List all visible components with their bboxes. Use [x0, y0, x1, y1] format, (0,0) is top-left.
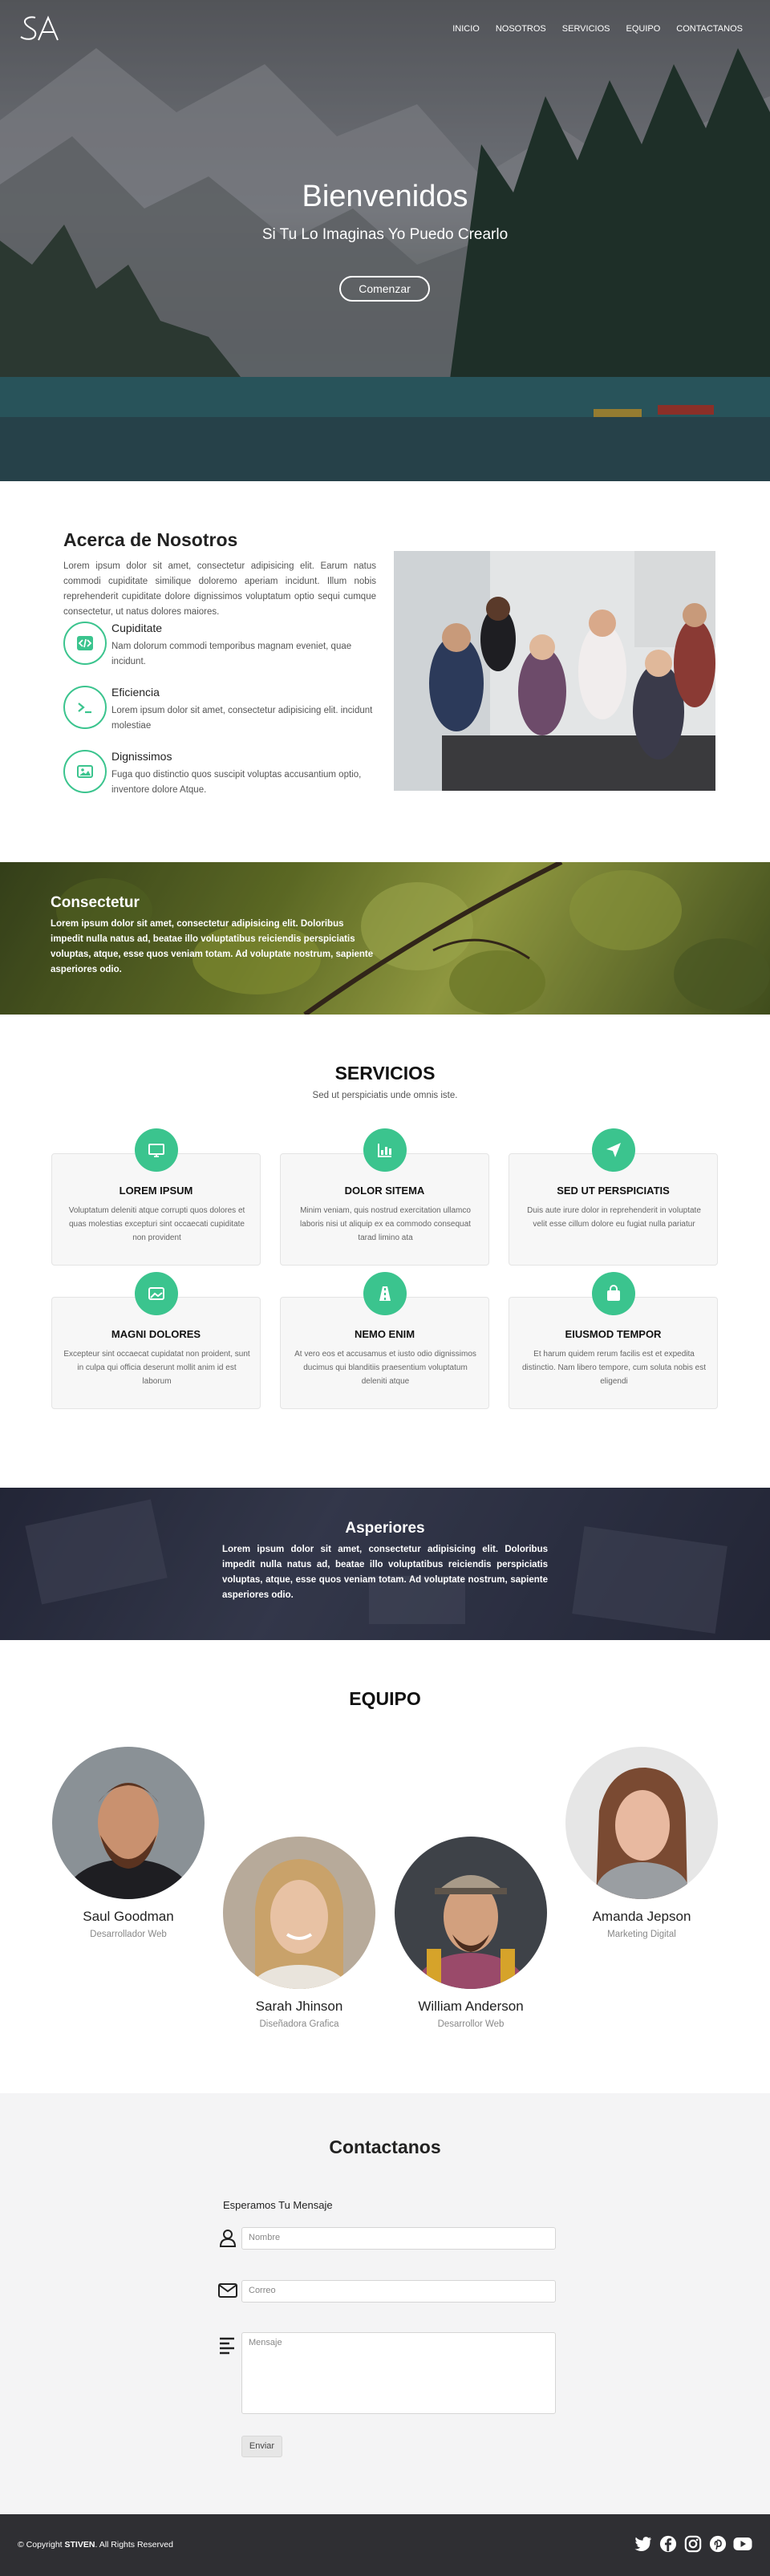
- social-links: [633, 2533, 752, 2554]
- member-role: Marketing Digital: [607, 1930, 676, 1939]
- name-field[interactable]: Nombre: [241, 2227, 556, 2250]
- feature-title: Eficiencia: [111, 686, 160, 699]
- copyright-prefix: © Copyright: [18, 2540, 63, 2550]
- hero-subtitle: Si Tu Lo Imaginas Yo Puedo Crearlo: [261, 226, 509, 243]
- member-name: Saul Goodman: [83, 1909, 174, 1924]
- copyright-brand: STIVEN: [64, 2540, 95, 2550]
- about-text: Lorem ipsum dolor sit amet, consectetur …: [63, 561, 376, 617]
- service-text: Et harum quidem rerum facilis est et exp…: [522, 1350, 706, 1386]
- youtube-icon[interactable]: [732, 2533, 752, 2554]
- feature-eficiencia: Eficiencia Lorem ipsum dolor sit amet, c…: [63, 686, 376, 750]
- service-card[interactable]: SED UT PERSPICIATIS Duis aute irure dolo…: [509, 1128, 718, 1266]
- service-card[interactable]: LOREM IPSUM Voluptatum deleniti atque co…: [51, 1128, 261, 1266]
- team-member: William Anderson Desarrollor Web: [391, 1837, 551, 2029]
- feature-dignissimos: Dignissimos Fuga quo distinctio quos sus…: [63, 750, 376, 814]
- member-photo: [52, 1747, 205, 1899]
- instagram-icon[interactable]: [683, 2533, 703, 2554]
- envelope-icon: [218, 2283, 237, 2298]
- hero-title: Bienvenidos: [302, 180, 468, 213]
- feature-title: Cupiditate: [111, 622, 163, 634]
- member-role: Desarrollor Web: [437, 2019, 505, 2029]
- team-member: Saul Goodman Desarrollador Web: [48, 1747, 209, 1939]
- send-button[interactable]: Enviar: [241, 2436, 282, 2457]
- feature-text: Fuga quo distinctio quos suscipit volupt…: [111, 770, 362, 795]
- chart-icon: [363, 1128, 407, 1172]
- bag-icon: [592, 1272, 635, 1315]
- member-name: Amanda Jepson: [592, 1909, 691, 1924]
- service-card[interactable]: MAGNI DOLORES Excepteur sint occaecat cu…: [51, 1272, 261, 1409]
- service-text: Duis aute irure dolor in reprehenderit i…: [527, 1206, 701, 1229]
- service-title: LOREM IPSUM: [119, 1185, 193, 1197]
- contact-subtitle: Esperamos Tu Mensaje: [223, 2199, 333, 2211]
- service-text: Excepteur sint occaecat cupidatat non pr…: [63, 1350, 250, 1386]
- contact-title: Contactanos: [329, 2137, 441, 2157]
- member-photo: [395, 1837, 547, 1989]
- site-logo[interactable]: [18, 13, 63, 45]
- main-nav: INICIO NOSOTROS SERVICIOS EQUIPO CONTACT…: [452, 24, 743, 34]
- band-title: Asperiores: [345, 1520, 425, 1537]
- service-title: EIUSMOD TEMPOR: [565, 1328, 662, 1340]
- member-role: Desarrollador Web: [90, 1930, 167, 1939]
- align-left-icon: [220, 2337, 234, 2355]
- copyright-suffix: . All Rights Reserved: [95, 2540, 173, 2550]
- member-photo: [223, 1837, 375, 1989]
- nav-link-contactanos[interactable]: CONTACTANOS: [676, 24, 743, 34]
- about-title: Acerca de Nosotros: [63, 529, 238, 550]
- footer: © Copyright STIVEN. All Rights Reserved: [0, 2514, 770, 2576]
- member-role: Diseñadora Grafica: [259, 2019, 339, 2029]
- road-icon: [363, 1272, 407, 1315]
- band-asperiores: Asperiores Lorem ipsum dolor sit amet, c…: [0, 1488, 770, 1640]
- terminal-icon: [63, 686, 107, 729]
- member-photo: [565, 1747, 718, 1899]
- member-name: William Anderson: [418, 1999, 524, 2014]
- email-field[interactable]: Correo: [241, 2280, 556, 2303]
- service-card[interactable]: DOLOR SITEMA Minim veniam, quis nostrud …: [280, 1128, 489, 1266]
- service-title: NEMO ENIM: [354, 1328, 415, 1340]
- band-text: Lorem ipsum dolor sit amet, consectetur …: [222, 1545, 548, 1600]
- image-icon: [135, 1272, 178, 1315]
- feature-text: Nam dolorum commodi temporibus magnam ev…: [111, 642, 352, 666]
- member-name: Sarah Jhinson: [255, 1999, 343, 2014]
- service-title: SED UT PERSPICIATIS: [557, 1185, 670, 1197]
- pinterest-icon[interactable]: [707, 2533, 727, 2554]
- team-title: EQUIPO: [349, 1688, 421, 1709]
- service-text: Minim veniam, quis nostrud exercitation …: [300, 1206, 471, 1242]
- message-field[interactable]: Mensaje: [241, 2332, 556, 2414]
- feature-title: Dignissimos: [111, 750, 172, 763]
- service-card[interactable]: EIUSMOD TEMPOR Et harum quidem rerum fac…: [509, 1272, 718, 1409]
- nav-link-equipo[interactable]: EQUIPO: [626, 24, 660, 34]
- start-button[interactable]: Comenzar: [339, 276, 430, 302]
- facebook-icon[interactable]: [658, 2533, 678, 2554]
- code-icon: [63, 622, 107, 665]
- nav-link-nosotros[interactable]: NOSOTROS: [496, 24, 546, 34]
- services-title: SERVICIOS: [334, 1063, 436, 1083]
- service-card[interactable]: NEMO ENIM At vero eos et accusamus et iu…: [280, 1272, 489, 1409]
- send-icon: [592, 1128, 635, 1172]
- nav-link-inicio[interactable]: INICIO: [452, 24, 480, 34]
- nav-link-servicios[interactable]: SERVICIOS: [562, 24, 610, 34]
- feature-cupiditate: Cupiditate Nam dolorum commodi temporibu…: [63, 622, 376, 686]
- service-text: Voluptatum deleniti atque corrupti quos …: [68, 1206, 245, 1242]
- service-title: DOLOR SITEMA: [344, 1185, 425, 1197]
- image-icon: [63, 750, 107, 793]
- band-text: Lorem ipsum dolor sit amet, consectetur …: [51, 919, 374, 974]
- twitter-icon[interactable]: [633, 2533, 653, 2554]
- team-member: Amanda Jepson Marketing Digital: [561, 1747, 722, 1939]
- user-icon: [219, 2230, 237, 2247]
- band-title: Consectetur: [51, 894, 140, 911]
- office-team-photo: [394, 551, 715, 791]
- monitor-icon: [135, 1128, 178, 1172]
- service-title: MAGNI DOLORES: [111, 1328, 201, 1340]
- service-text: At vero eos et accusamus et iusto odio d…: [294, 1350, 476, 1386]
- hero-section: INICIO NOSOTROS SERVICIOS EQUIPO CONTACT…: [0, 0, 770, 481]
- copyright: © Copyright STIVEN. All Rights Reserved: [18, 2540, 173, 2550]
- contact-section: Contactanos Esperamos Tu Mensaje Nombre …: [0, 2093, 770, 2514]
- band-consectetur: Consectetur Lorem ipsum dolor sit amet, …: [0, 862, 770, 1015]
- team-member: Sarah Jhinson Diseñadora Grafica: [219, 1837, 379, 2029]
- feature-text: Lorem ipsum dolor sit amet, consectetur …: [111, 706, 373, 731]
- services-subtitle: Sed ut perspiciatis unde omnis iste.: [312, 1091, 458, 1100]
